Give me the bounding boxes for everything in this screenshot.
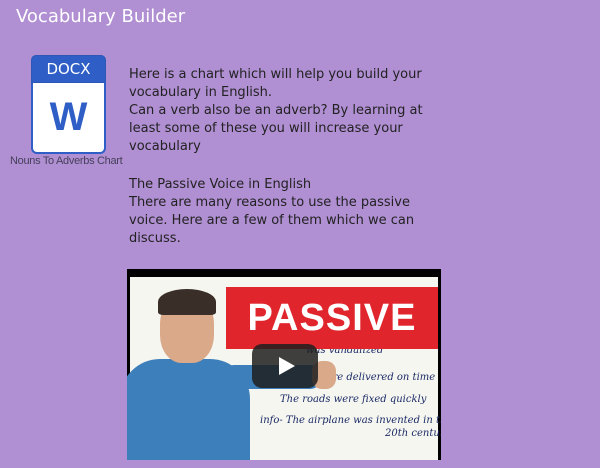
docx-type-label: DOCX bbox=[31, 55, 106, 83]
docx-file-icon[interactable]: DOCX W bbox=[31, 55, 106, 154]
file-caption-link[interactable]: Nouns To Adverbs Chart bbox=[10, 155, 128, 167]
text-line: Here is a chart which will help you buil… bbox=[129, 67, 422, 82]
whiteboard-text: The roads were fixed quickly bbox=[280, 394, 427, 405]
text-line: Can a verb also be an adverb? By learnin… bbox=[129, 103, 423, 118]
text-line: vocabulary in English. bbox=[129, 85, 273, 100]
intro-paragraph: Here is a chart which will help you buil… bbox=[129, 66, 439, 156]
text-line: discuss. bbox=[129, 231, 181, 246]
presenter-hair bbox=[158, 289, 216, 315]
text-line: voice. Here are a few of them which we c… bbox=[129, 213, 415, 228]
text-line: least some of these you will increase yo… bbox=[129, 121, 403, 136]
video-player[interactable]: was vandalized were delivered on time Th… bbox=[127, 269, 441, 460]
word-letter-icon: W bbox=[31, 83, 106, 154]
whiteboard-text: info- The airplane was invented in the e… bbox=[260, 415, 441, 426]
play-button[interactable] bbox=[252, 344, 318, 388]
page-title: Vocabulary Builder bbox=[16, 6, 186, 27]
subheading: The Passive Voice in English bbox=[129, 177, 312, 192]
play-icon bbox=[279, 357, 295, 375]
text-line: vocabulary bbox=[129, 139, 201, 154]
text-line: There are many reasons to use the passiv… bbox=[129, 195, 410, 210]
whiteboard-text: 20th century bbox=[385, 428, 441, 439]
passive-voice-paragraph: The Passive Voice in English There are m… bbox=[129, 176, 429, 248]
passive-banner: PASSIVE bbox=[226, 287, 438, 349]
